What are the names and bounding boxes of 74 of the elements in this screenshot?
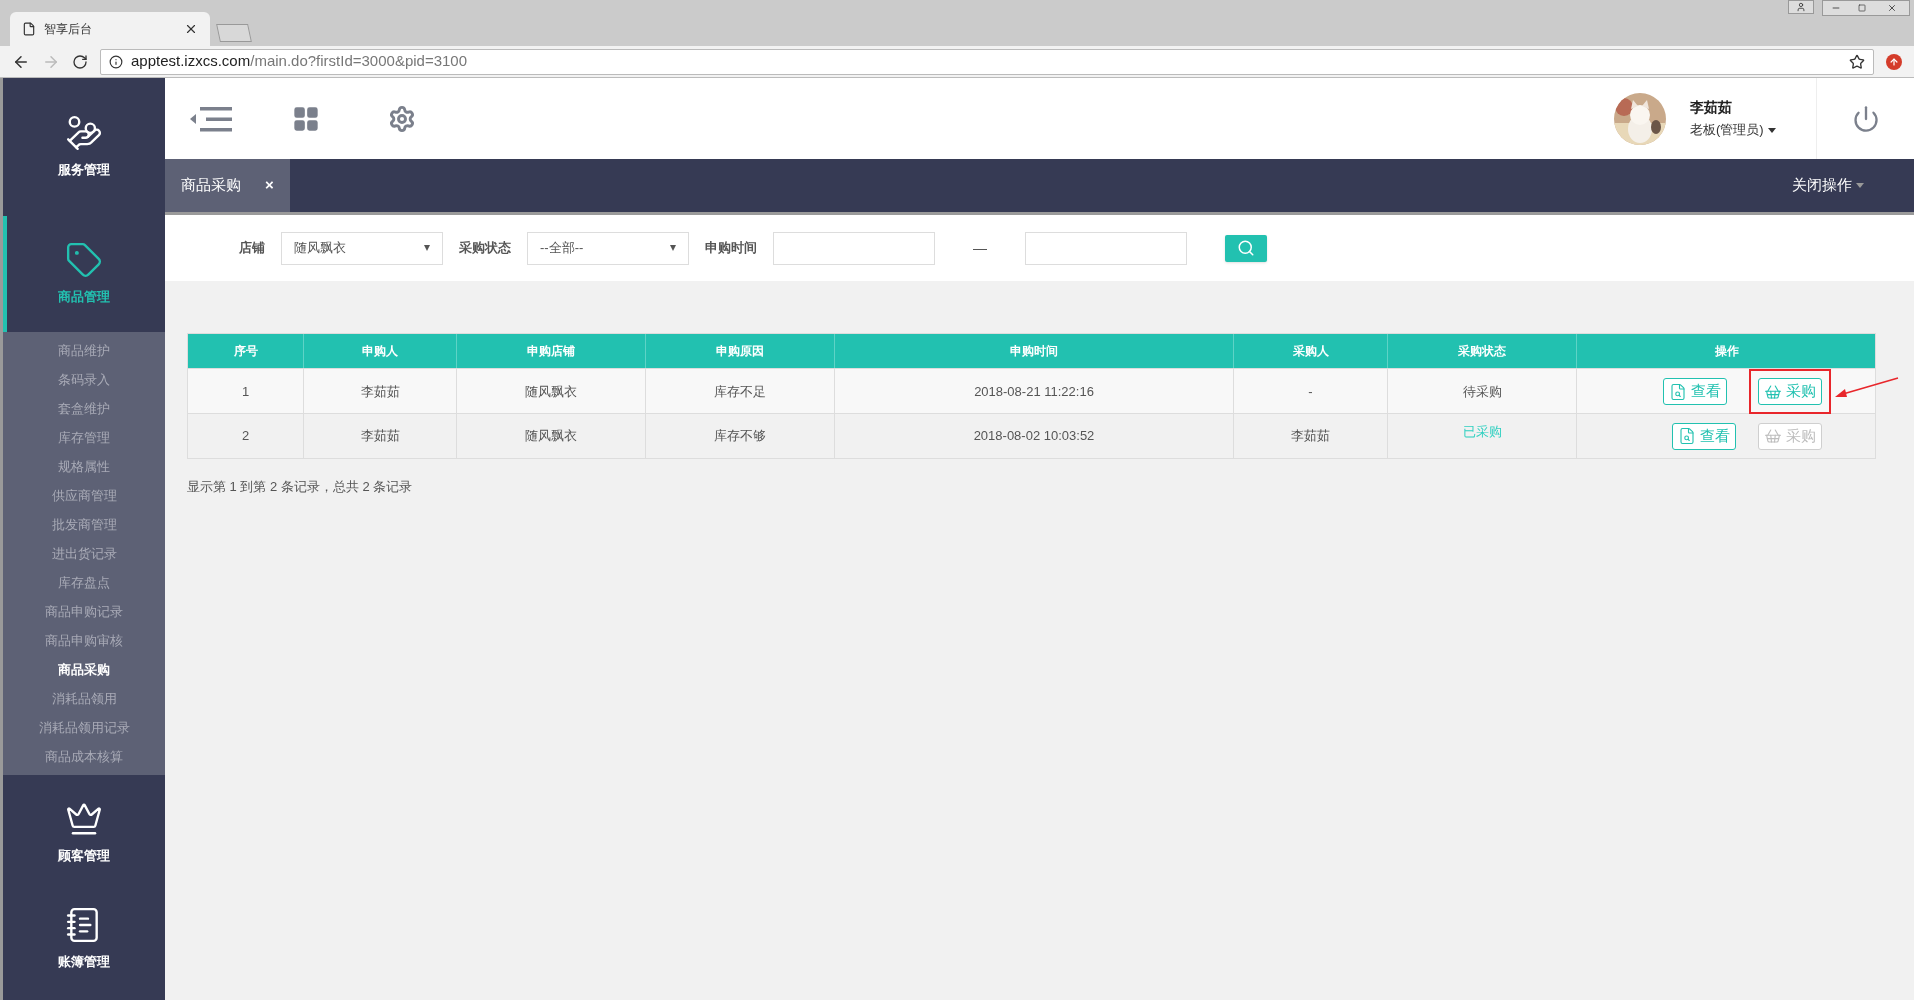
address-bar[interactable]: apptest.izxcs.com/main.do?firstId=3000&pid=3100 [100, 48, 1874, 75]
basket-icon [1764, 427, 1782, 445]
url-path: /main.do?firstId=3000&pid=3100 [250, 52, 468, 70]
table-cell: 库存不够 [646, 414, 835, 458]
document-search-icon [1669, 382, 1687, 401]
submenu-item[interactable]: 商品申购审核 [3, 626, 165, 655]
settings-icon[interactable] [388, 104, 416, 133]
close-operations-menu[interactable]: 关闭操作 [1792, 174, 1864, 197]
document-search-icon [1678, 427, 1696, 445]
page-tab[interactable]: 商品采购 × [165, 159, 290, 212]
filter-label: 店铺 [239, 239, 265, 258]
user-role[interactable]: 老板(管理员) [1690, 120, 1800, 140]
maximize-icon [1858, 4, 1866, 12]
submenu-item[interactable]: 商品维护 [3, 336, 165, 365]
search-icon [1237, 239, 1255, 257]
date-field[interactable] [1025, 231, 1187, 265]
reload-icon[interactable] [72, 53, 88, 70]
submenu-item[interactable]: 商品成本核算 [3, 742, 165, 771]
sidebar-section[interactable]: 服务管理 [3, 78, 165, 216]
table-cell: 李茹茹 [1234, 414, 1388, 458]
hand-icon [65, 114, 103, 153]
table-cell: 随风飘衣 [457, 414, 646, 458]
new-tab-button[interactable] [216, 24, 252, 42]
close-icon [1887, 3, 1897, 13]
url-host: apptest.izxcs.com [131, 52, 251, 70]
filter-label: 申购时间 [705, 239, 757, 258]
select-field[interactable]: 随风飘衣 [281, 231, 443, 265]
range-separator: — [973, 238, 987, 258]
bookmark-star-icon[interactable] [1849, 53, 1865, 70]
view-button[interactable]: 查看 [1663, 378, 1727, 405]
submenu-item[interactable]: 库存管理 [3, 423, 165, 452]
purchase-button[interactable]: 采购 [1758, 378, 1822, 405]
tag-icon [65, 241, 103, 280]
submenu-item[interactable]: 商品采购 [3, 655, 165, 684]
select-field[interactable]: --全部-- [527, 231, 689, 265]
filter-label: 采购状态 [459, 239, 511, 258]
status-text: 待采购 [1462, 382, 1502, 401]
sidebar-section[interactable]: 商品管理 [3, 216, 165, 332]
submenu-item[interactable]: 条码录入 [3, 365, 165, 394]
view-button[interactable]: 查看 [1672, 422, 1736, 450]
table-cell: 2 [188, 414, 304, 458]
close-icon[interactable] [184, 22, 198, 36]
arrow-drawing [1835, 377, 1899, 399]
submenu-item[interactable]: 规格属性 [3, 452, 165, 481]
submenu-item[interactable]: 进出货记录 [3, 539, 165, 568]
sidebar-section[interactable]: 顾客管理 [3, 775, 165, 891]
column-header: 操作 [1714, 343, 1740, 360]
close-tab-button[interactable]: × [265, 174, 274, 197]
submenu-item[interactable]: 批发商管理 [3, 510, 165, 539]
table-cell: 李茹茹 [304, 414, 457, 458]
submenu-item[interactable]: 库存盘点 [3, 568, 165, 597]
info-icon [109, 54, 123, 69]
profile-button[interactable] [1788, 0, 1814, 14]
collapse-menu-icon[interactable] [190, 105, 232, 132]
submenu-item[interactable]: 商品申购记录 [3, 597, 165, 626]
power-icon[interactable] [1851, 104, 1880, 133]
basket-icon [1764, 382, 1782, 401]
submenu-item[interactable]: 消耗品领用 [3, 684, 165, 713]
user-icon [1796, 2, 1806, 12]
status-text: 已采购 [1462, 423, 1502, 442]
date-field[interactable] [773, 231, 935, 265]
submenu-item[interactable]: 供应商管理 [3, 481, 165, 510]
extension-icon[interactable] [1886, 53, 1902, 70]
tab-title: 智享后台 [44, 21, 93, 38]
grid-icon[interactable] [292, 104, 320, 133]
submenu-item[interactable]: 套盒维护 [3, 394, 165, 423]
browser-tab[interactable]: 智享后台 [10, 12, 210, 46]
submenu-item[interactable]: 消耗品领用记录 [3, 713, 165, 742]
sidebar-section[interactable]: 账簿管理 [3, 891, 165, 987]
search-button[interactable] [1225, 234, 1267, 262]
table-cell: 2018-08-02 10:03:52 [835, 414, 1234, 458]
page-icon [22, 22, 36, 36]
user-name: 李茹茹 [1690, 98, 1733, 118]
record-count-text: 显示第 1 到第 2 条记录，总共 2 条记录 [187, 478, 414, 496]
